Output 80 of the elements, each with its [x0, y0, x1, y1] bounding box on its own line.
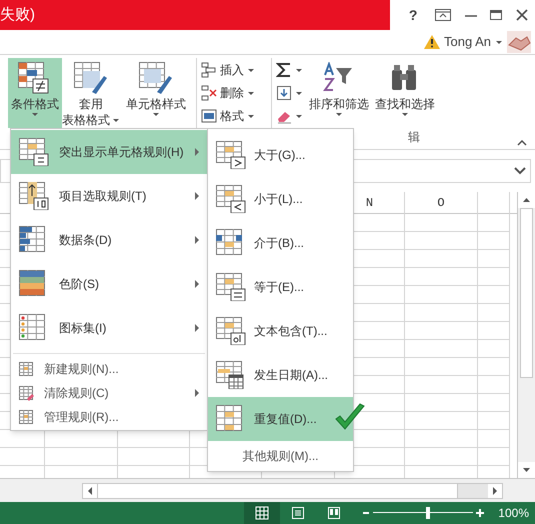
sum-icon [276, 62, 292, 78]
cells-icon [201, 62, 217, 78]
warning-icon [424, 35, 440, 49]
column-header[interactable]: O [437, 194, 445, 212]
scroll-right-icon [488, 484, 502, 498]
caret-icon [31, 112, 39, 117]
avatar-icon [507, 31, 531, 53]
scroll-thumb[interactable] [97, 484, 458, 498]
group-label: 辑 [408, 129, 420, 146]
slider-thumb[interactable] [426, 507, 430, 519]
table-icon [216, 185, 246, 213]
menu-item[interactable]: 发生日期(A)... [208, 353, 353, 397]
menu-item[interactable]: 清除规则(C) [11, 381, 207, 405]
caret-icon [247, 68, 255, 72]
view-button[interactable] [244, 502, 280, 524]
ribbon-button[interactable]: 插入 [201, 60, 267, 80]
caret-icon [295, 90, 303, 96]
cells-icon [201, 108, 217, 124]
table-icon [19, 362, 34, 376]
menu-item[interactable]: 文本包含(T)... [208, 309, 353, 353]
ribbon-button[interactable]: 排序和筛选 [306, 58, 372, 128]
collapse-ribbon-icon [517, 140, 527, 146]
ribbon-button[interactable]: 条件格式 [8, 58, 62, 128]
ribbon-display-icon [435, 9, 452, 21]
horizontal-scrollbar[interactable] [82, 482, 503, 498]
ribbon-button[interactable]: 查找和选择 [372, 58, 438, 128]
caret-icon [401, 112, 409, 117]
table-icon [216, 141, 246, 169]
ribbon-button[interactable]: 删除 [201, 83, 267, 103]
cells-icon [201, 85, 217, 101]
caret-icon [495, 40, 503, 44]
close-icon [516, 9, 528, 21]
menu-item[interactable]: 介于(B)... [208, 221, 353, 265]
table-brush-icon [74, 62, 108, 96]
caret-icon [295, 114, 303, 118]
fill-down-icon [276, 85, 292, 101]
menu-item[interactable]: 图标集(I) [11, 306, 207, 350]
menu-item[interactable]: 小于(L)... [208, 177, 353, 221]
menu-item[interactable]: 大于(G)... [208, 133, 353, 177]
column-header[interactable]: N [366, 194, 374, 212]
account-button[interactable]: Tong An [444, 32, 503, 52]
caret-icon [295, 68, 303, 72]
scroll-down-icon [518, 462, 535, 478]
eraser-icon [19, 386, 34, 400]
caret-icon [247, 90, 255, 96]
caret-icon [247, 114, 255, 118]
error-banner: 失败) [0, 0, 390, 30]
menu-item[interactable]: 色阶(S) [11, 262, 207, 306]
caret-icon [152, 112, 160, 117]
zoom-slider[interactable] [373, 507, 474, 519]
menu-item[interactable]: 数据条(D) [11, 218, 207, 262]
expand-icon [514, 167, 526, 175]
grid-icon [255, 506, 270, 520]
menu-item[interactable]: 管理规则(R)... [11, 405, 207, 429]
table-icon [19, 138, 49, 166]
scroll-left-icon [83, 484, 97, 498]
table-icon [19, 410, 34, 424]
page-icon [291, 506, 306, 520]
ribbon-button[interactable]: 格式 [201, 106, 267, 126]
zoom-out-icon [362, 509, 370, 517]
vertical-scrollbar[interactable] [517, 192, 535, 478]
table-icon [216, 273, 246, 301]
table-icon [19, 182, 49, 210]
menu-item[interactable]: 等于(E)... [208, 265, 353, 309]
zoom-in-icon [476, 509, 484, 517]
menu-item[interactable]: 项目选取规则(T) [11, 174, 207, 218]
caret-icon [335, 112, 343, 117]
caret-icon [112, 118, 120, 122]
zoom-level[interactable]: 100% [498, 504, 529, 522]
maximize-icon [490, 10, 502, 20]
calendar-table-icon [216, 361, 246, 389]
page-break-icon [327, 506, 342, 520]
table-icon [216, 317, 246, 345]
menu-item[interactable]: 新建规则(N)... [11, 357, 207, 381]
help-button[interactable]: ? [404, 4, 422, 26]
menu-item[interactable]: 突出显示单元格规则(H) [11, 130, 207, 174]
scroll-thumb[interactable] [520, 208, 533, 378]
menu-item[interactable]: 重复值(D)... [208, 397, 353, 441]
menu-item[interactable]: 其他规则(M)... [208, 441, 353, 471]
table-brush-icon [139, 62, 173, 96]
